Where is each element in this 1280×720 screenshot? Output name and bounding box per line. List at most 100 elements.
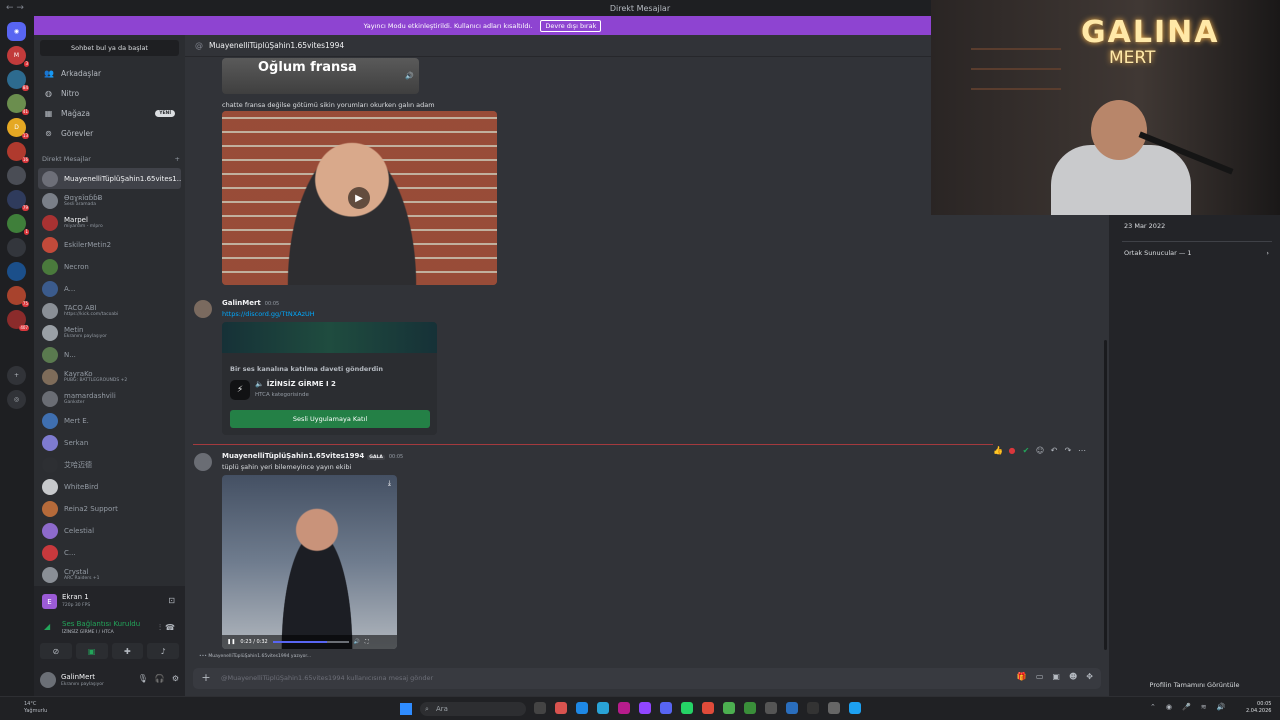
- author-name[interactable]: GalinMert: [222, 299, 261, 307]
- server-icon[interactable]: 84: [7, 70, 29, 91]
- soundboard-button[interactable]: ♪: [147, 643, 179, 659]
- microphone-icon[interactable]: 🎙: [138, 674, 148, 683]
- wifi-icon[interactable]: ≋: [1201, 703, 1207, 711]
- stop-stream-icon[interactable]: ⊡: [168, 596, 175, 605]
- image-attachment[interactable]: Oğlum fransa 🔊: [222, 58, 419, 94]
- discover-icon[interactable]: ◎: [7, 390, 26, 409]
- dm-item[interactable]: A...: [38, 278, 181, 299]
- avatar[interactable]: [40, 672, 56, 688]
- noise-suppression-icon[interactable]: ⫶: [159, 623, 161, 633]
- server-icon[interactable]: D 13: [7, 118, 29, 139]
- dm-item[interactable]: Crystal ARC Raiders +1: [38, 564, 181, 585]
- app-icon[interactable]: [555, 702, 567, 714]
- mic-tray-icon[interactable]: 🎤: [1182, 703, 1191, 711]
- nav-nitro[interactable]: ◍ Nitro: [38, 84, 181, 102]
- dm-item[interactable]: EskilerMetin2: [38, 234, 181, 255]
- back-arrow-icon[interactable]: ← →: [6, 3, 24, 13]
- dm-item[interactable]: KayraKo PUBG: BATTLEGROUNDS +2: [38, 366, 181, 387]
- volume-icon[interactable]: 🔊: [405, 72, 414, 80]
- message-composer[interactable]: + @MuayenelliTüplüŞahin1.65vites1994 kul…: [193, 668, 1101, 689]
- gift-icon[interactable]: 🎁: [1017, 672, 1027, 681]
- server-icon[interactable]: 41: [7, 94, 29, 115]
- taskbar-clock[interactable]: 00:05 2.04.2026: [1246, 701, 1271, 715]
- gif-icon[interactable]: ▭: [1036, 672, 1044, 681]
- app-icon[interactable]: [618, 702, 630, 714]
- disconnect-icon[interactable]: ☎: [165, 623, 175, 632]
- pause-icon[interactable]: ❚❚: [227, 639, 235, 645]
- settings-gear-icon[interactable]: ⚙: [172, 674, 179, 683]
- dm-item[interactable]: Marpel miyardım - mlpro: [38, 212, 181, 233]
- forward-icon[interactable]: ↷: [1063, 445, 1073, 455]
- play-icon[interactable]: ▶: [348, 187, 370, 209]
- voice-channel-name[interactable]: İZİNSİZ GİRME I / HTCA: [62, 630, 114, 635]
- create-dm-plus-icon[interactable]: +: [175, 155, 180, 163]
- server-icon[interactable]: [7, 166, 26, 185]
- dm-item[interactable]: 艾哈迈德: [38, 454, 181, 475]
- server-icon[interactable]: 1: [7, 214, 29, 235]
- dm-item[interactable]: Metin Ekranını paylaşıyor: [38, 322, 181, 343]
- dm-item[interactable]: N...: [38, 344, 181, 365]
- headphones-icon[interactable]: 🎧: [155, 674, 165, 683]
- server-icon[interactable]: 79: [7, 190, 29, 211]
- dm-item[interactable]: TACO ABİ https://kick.com/tacoabi: [38, 300, 181, 321]
- chrome-icon[interactable]: [849, 702, 861, 714]
- voice-connected-label[interactable]: Ses Bağlantısı Kuruldu: [62, 620, 140, 628]
- task-view-icon[interactable]: [534, 702, 546, 714]
- volume-tray-icon[interactable]: 🔊: [1217, 703, 1226, 711]
- avatar[interactable]: [194, 300, 212, 318]
- message-author[interactable]: MuayenelliTüplüŞahin1.65vites1994 GALA 00:…: [222, 452, 403, 460]
- taskbar-search-input[interactable]: ⌕ Ara: [420, 702, 526, 716]
- dm-item[interactable]: WhiteBird: [38, 476, 181, 497]
- app-icon[interactable]: [786, 702, 798, 714]
- add-server-icon[interactable]: +: [7, 366, 26, 385]
- whatsapp-icon[interactable]: [681, 702, 693, 714]
- mutual-servers[interactable]: Ortak Sunucular — 1 ›: [1124, 249, 1269, 257]
- dm-item[interactable]: Mert E.: [38, 410, 181, 431]
- obs-icon[interactable]: [807, 702, 819, 714]
- invite-link[interactable]: https://discord.gg/TtNXAzUH: [222, 310, 315, 318]
- app-icon[interactable]: [597, 702, 609, 714]
- composer-placeholder[interactable]: @MuayenelliTüplüŞahin1.65vites1994 kulla…: [221, 674, 433, 682]
- chevron-up-icon[interactable]: ⌃: [1150, 703, 1156, 711]
- dm-item[interactable]: C...: [38, 542, 181, 563]
- dm-item[interactable]: Serkan: [38, 432, 181, 453]
- more-icon[interactable]: ⋯: [1077, 445, 1087, 455]
- server-icon[interactable]: [7, 262, 26, 281]
- reply-icon[interactable]: ↶: [1049, 445, 1059, 455]
- screen-share-button[interactable]: ▣: [75, 643, 108, 659]
- app-icon[interactable]: [744, 702, 756, 714]
- video-player[interactable]: ⤓ ❚❚ 0:23 / 0:32 🔊 ⛶: [222, 475, 397, 649]
- view-full-profile-link[interactable]: Profilin Tamamını Görüntüle: [1109, 681, 1280, 689]
- twitch-icon[interactable]: [639, 702, 651, 714]
- dm-item[interactable]: ƟɑɣʀȋɑɓɓɃ Sesli aramada: [38, 190, 181, 211]
- discord-icon[interactable]: [660, 702, 672, 714]
- app-icon[interactable]: [765, 702, 777, 714]
- server-icon[interactable]: 16: [7, 142, 29, 163]
- dm-item[interactable]: MuayenelliTüplüŞahin1.65vites1...: [38, 168, 181, 189]
- server-icon[interactable]: M3: [7, 46, 29, 67]
- thumbs-icon[interactable]: 👍: [993, 445, 1003, 455]
- red-reaction-icon[interactable]: ●: [1007, 445, 1017, 455]
- video-progress-bar[interactable]: [272, 641, 349, 643]
- dm-item[interactable]: Necron: [38, 256, 181, 277]
- dm-item[interactable]: mamardashvili Gankster: [38, 388, 181, 409]
- dm-item[interactable]: Celestial: [38, 520, 181, 541]
- app-icon[interactable]: [702, 702, 714, 714]
- windows-start-icon[interactable]: [400, 703, 412, 715]
- join-voice-button[interactable]: Sesli Uygulamaya Katıl: [230, 410, 430, 428]
- activities-button[interactable]: ✚: [111, 643, 144, 659]
- dm-item[interactable]: Reina2 Support: [38, 498, 181, 519]
- emoji-icon[interactable]: ☻: [1069, 672, 1077, 681]
- discord-home-icon[interactable]: ◉: [7, 22, 26, 41]
- apps-icon[interactable]: ✥: [1086, 672, 1093, 681]
- add-reaction-icon[interactable]: ☺: [1035, 445, 1045, 455]
- fullscreen-icon[interactable]: ⛶: [365, 639, 369, 645]
- video-attachment[interactable]: ▶: [222, 111, 497, 285]
- server-icon[interactable]: 407: [7, 310, 29, 331]
- download-icon[interactable]: ⤓: [388, 479, 391, 488]
- sticker-icon[interactable]: ▣: [1052, 672, 1060, 681]
- network-icon[interactable]: ◉: [1166, 703, 1172, 711]
- nav-shop[interactable]: ▦ Mağaza YENİ: [38, 104, 181, 122]
- camera-off-button[interactable]: ⊘: [40, 643, 72, 659]
- nav-quests[interactable]: ⊚ Görevler: [38, 124, 181, 142]
